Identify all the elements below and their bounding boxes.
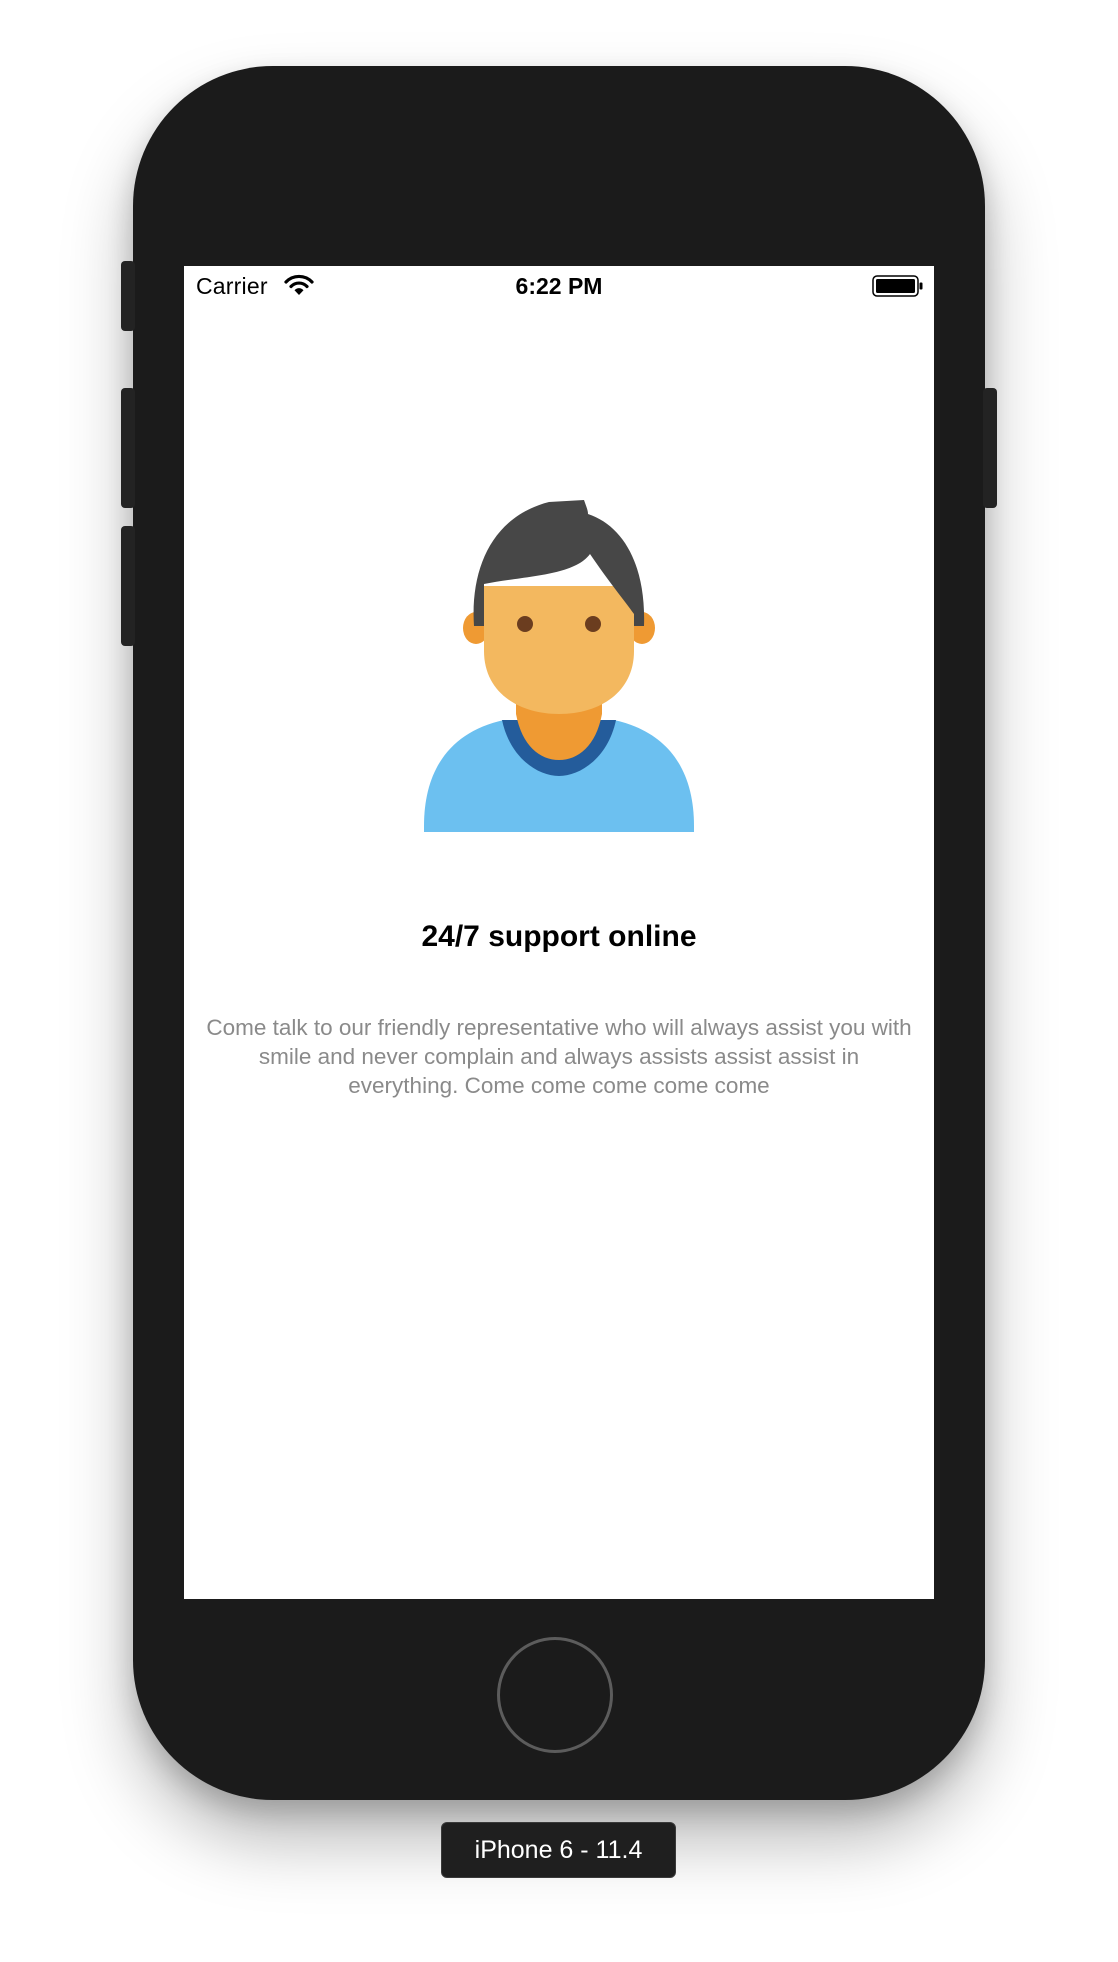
- mute-switch: [121, 261, 135, 331]
- volume-down-button: [121, 526, 135, 646]
- status-time: 6:22 PM: [515, 273, 603, 299]
- status-bar: Carrier 6:22 PM: [184, 266, 934, 306]
- power-button: [983, 388, 997, 508]
- volume-up-button: [121, 388, 135, 508]
- description-text: Come talk to our friendly representative…: [206, 1015, 912, 1098]
- screen: Carrier 6:22 PM 24/7 support online Come…: [184, 266, 934, 1599]
- page-title: 24/7 support online: [421, 920, 697, 953]
- home-button-icon[interactable]: [497, 1637, 613, 1753]
- battery-icon: [872, 275, 924, 302]
- person-avatar-icon: [424, 496, 694, 841]
- simulator-device-label: iPhone 6 - 11.4: [441, 1822, 676, 1878]
